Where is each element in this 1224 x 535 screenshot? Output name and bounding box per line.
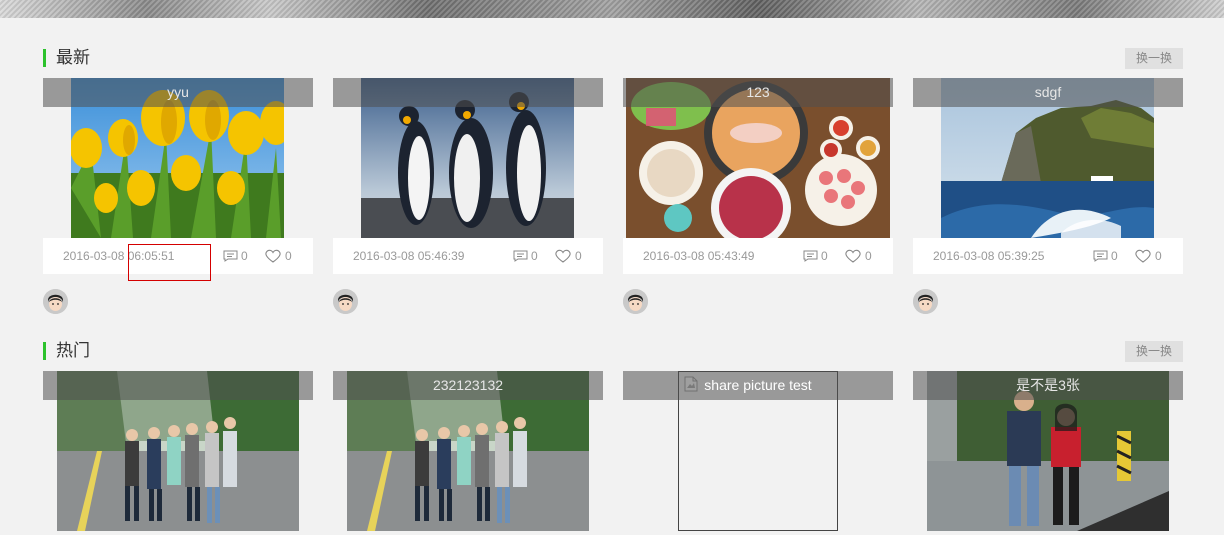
- card-meta: 2016-03-08 05:39:25 0 0: [913, 238, 1183, 274]
- card-meta: 2016-03-08 05:46:39 0 0: [333, 238, 603, 274]
- post-date: 2016-03-08 05:46:39: [353, 249, 465, 263]
- section-title-latest: 最新: [43, 49, 90, 67]
- like-count: 0: [575, 249, 582, 263]
- comment-icon[interactable]: [513, 250, 528, 265]
- avatar[interactable]: [333, 289, 358, 314]
- heart-icon[interactable]: [265, 249, 281, 266]
- comment-count: 0: [821, 249, 828, 263]
- card-title[interactable]: [333, 78, 603, 107]
- card-meta: 2016-03-08 05:43:49 0 0: [623, 238, 893, 274]
- comment-icon[interactable]: [223, 250, 238, 265]
- card-title[interactable]: 232123132: [333, 371, 603, 400]
- top-banner: [0, 0, 1224, 18]
- comment-count: 0: [531, 249, 538, 263]
- like-count: 0: [865, 249, 872, 263]
- card-title[interactable]: 123: [623, 78, 893, 107]
- comment-icon[interactable]: [1093, 250, 1108, 265]
- like-count: 0: [1155, 249, 1162, 263]
- post-date: 2016-03-08 05:43:49: [643, 249, 755, 263]
- comment-icon[interactable]: [803, 250, 818, 265]
- card-title[interactable]: yyu: [43, 78, 313, 107]
- comment-count: 0: [241, 249, 248, 263]
- heart-icon[interactable]: [845, 249, 861, 266]
- like-count: 0: [285, 249, 292, 263]
- selection-highlight-box: [128, 244, 211, 281]
- heart-icon[interactable]: [1135, 249, 1151, 266]
- card-title[interactable]: sdgf: [913, 78, 1183, 107]
- section-title-hot: 热门: [43, 342, 90, 360]
- swap-button-latest[interactable]: 换一换: [1125, 48, 1183, 69]
- avatar[interactable]: [43, 289, 68, 314]
- card-title[interactable]: [43, 371, 313, 400]
- avatar[interactable]: [913, 289, 938, 314]
- avatar[interactable]: [623, 289, 648, 314]
- comment-count: 0: [1111, 249, 1118, 263]
- card-title[interactable]: 是不是3张: [913, 371, 1183, 400]
- swap-button-hot[interactable]: 换一换: [1125, 341, 1183, 362]
- heart-icon[interactable]: [555, 249, 571, 266]
- card-title[interactable]: share picture test: [623, 371, 893, 400]
- post-date: 2016-03-08 05:39:25: [933, 249, 1045, 263]
